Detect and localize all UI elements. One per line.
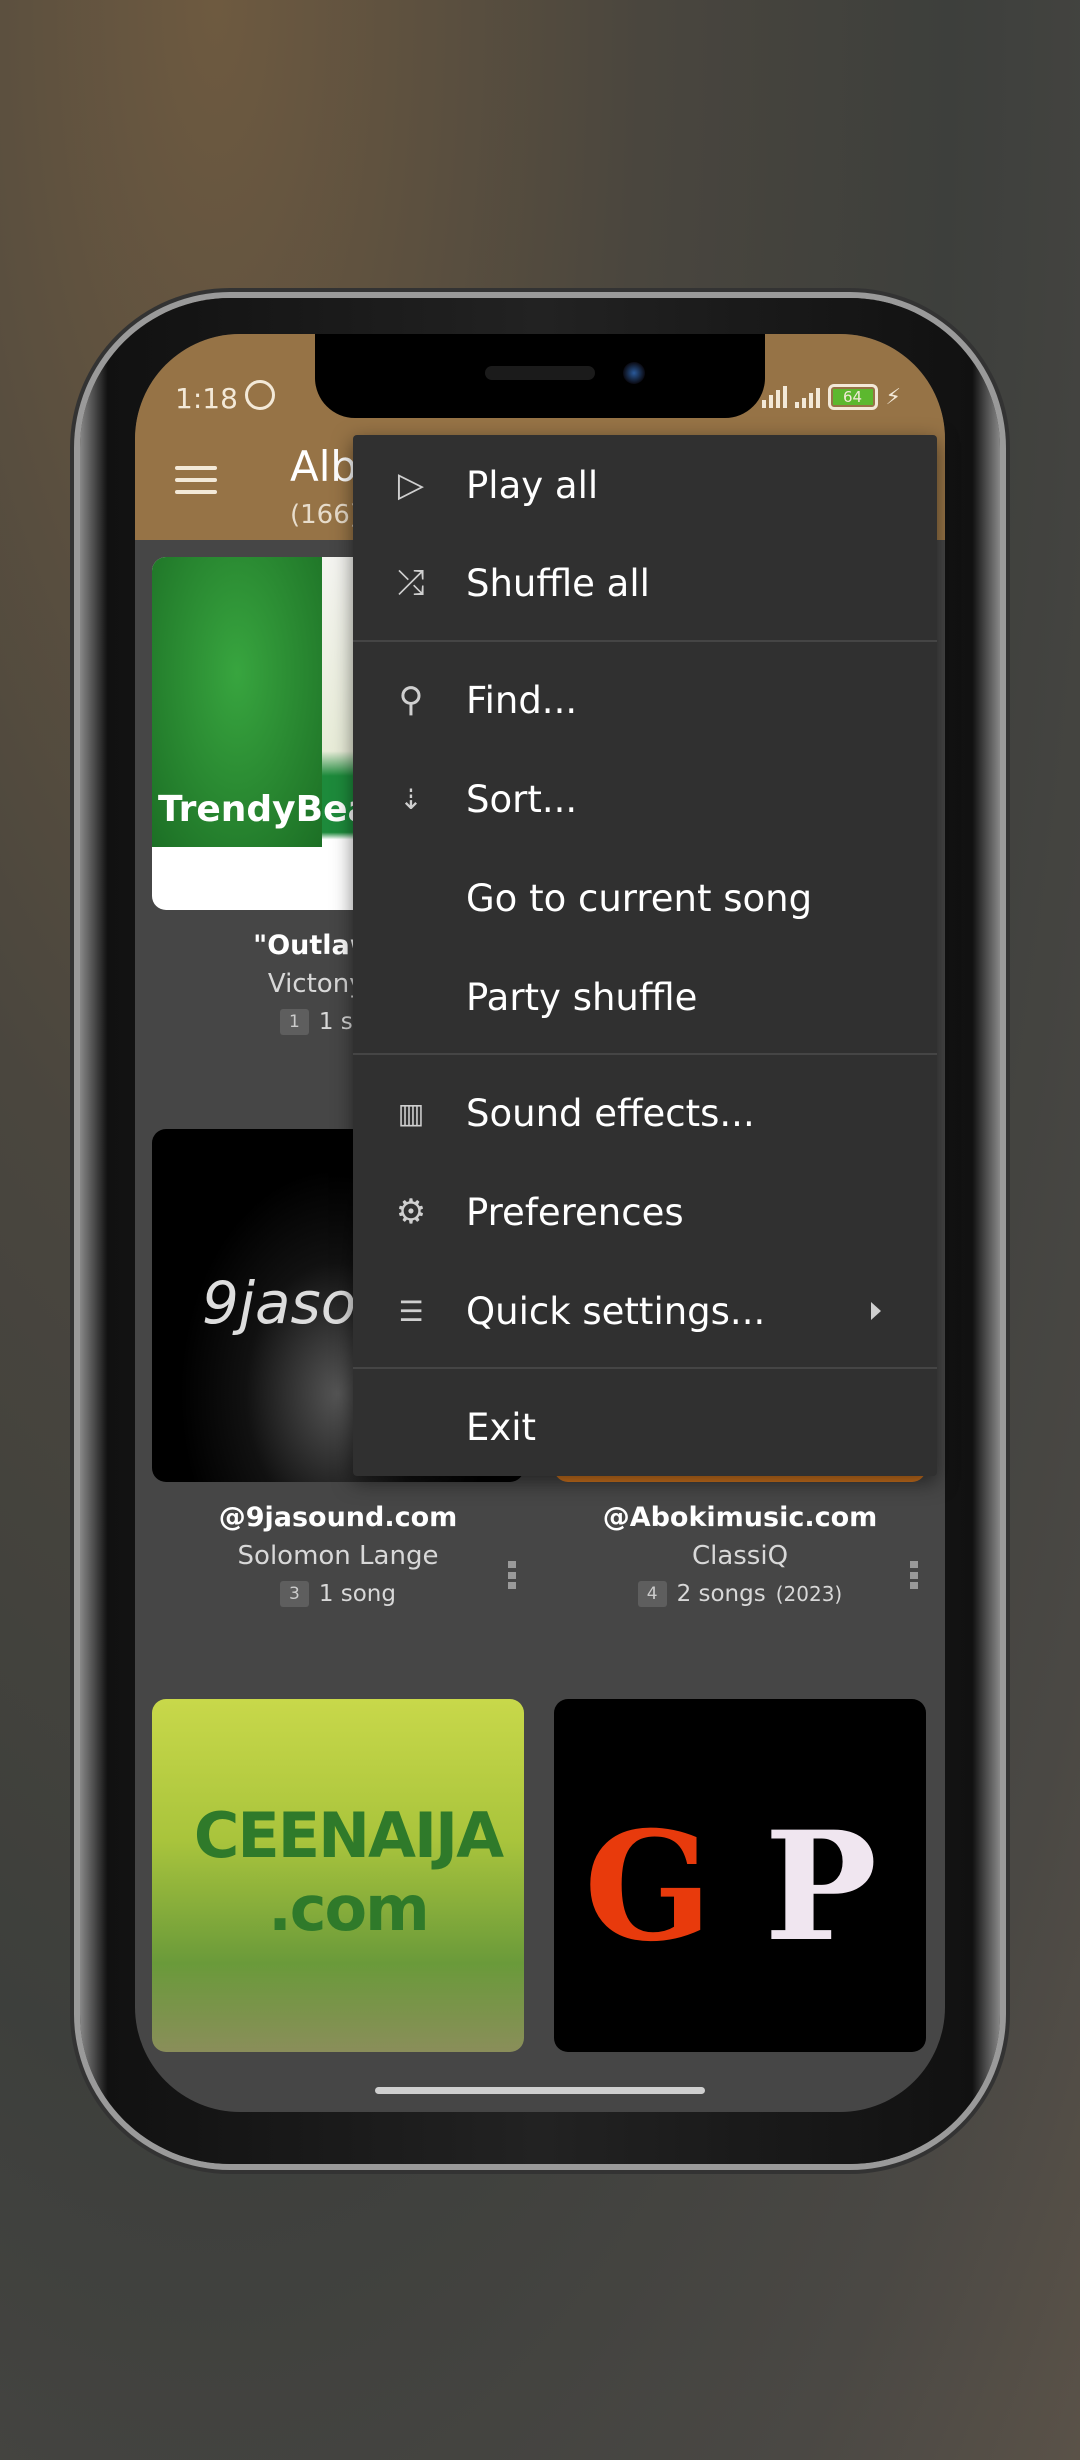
power-button (1000, 725, 1008, 925)
menu-label: Find... (466, 678, 578, 722)
menu-label: Party shuffle (466, 975, 698, 1019)
album-card[interactable]: G P (554, 1699, 926, 2052)
submenu-arrow-icon (871, 1302, 881, 1320)
battery-level: 64 (832, 389, 873, 405)
more-options-icon[interactable] (910, 1561, 918, 1589)
menu-item-play-all[interactable]: ▷ Play all (353, 440, 937, 530)
status-icons: 64 ⚡ (761, 384, 901, 410)
menu-label: Sound effects... (466, 1091, 755, 1135)
art-text: CEENAIJA .com (193, 1799, 504, 1945)
album-title: @Abokimusic.com (602, 1502, 878, 1533)
volume-down-button (72, 855, 80, 995)
notch (315, 334, 765, 418)
menu-item-preferences[interactable]: ⚙ Preferences (353, 1167, 937, 1257)
album-title: @9jasound.com (218, 1502, 458, 1533)
gear-icon: ⚙ (395, 1192, 427, 1232)
camera (623, 362, 645, 384)
more-options-icon[interactable] (508, 1561, 516, 1589)
menu-label: Play all (466, 463, 599, 507)
menu-item-shuffle-all[interactable]: ⤮ Shuffle all (353, 538, 937, 628)
menu-label: Quick settings... (466, 1289, 766, 1333)
menu-drawer-icon[interactable] (175, 466, 217, 494)
menu-divider (353, 1053, 937, 1055)
album-art: G P (554, 1699, 926, 2052)
home-indicator[interactable] (375, 2087, 705, 2094)
album-year: (2023) (775, 1582, 843, 1606)
equalizer-icon: ▥ (397, 1096, 425, 1130)
overflow-menu: ▷ Play all ⤮ Shuffle all ⚲ Find... ⇣ Sort...… (353, 435, 937, 1476)
art-text: G P (584, 1799, 878, 1975)
volume-up-button (72, 680, 80, 820)
mute-switch (72, 550, 80, 620)
menu-label: Exit (466, 1405, 537, 1449)
battery-icon: 64 (827, 384, 878, 410)
sort-icon: ⇣ (399, 782, 423, 816)
menu-label: Go to current song (466, 876, 813, 920)
quick-settings-icon: ☰ (398, 1294, 424, 1328)
menu-label: Shuffle all (466, 561, 650, 605)
song-count: 2 songs (676, 1581, 766, 1607)
menu-item-sort[interactable]: ⇣ Sort... (353, 754, 937, 844)
track-badge: 4 (637, 1581, 667, 1607)
track-badge: 1 (279, 1009, 309, 1035)
whatsapp-icon (245, 380, 275, 410)
menu-item-find[interactable]: ⚲ Find... (353, 655, 937, 745)
menu-item-sound-effects[interactable]: ▥ Sound effects... (353, 1068, 937, 1158)
signal-icon-2 (794, 386, 820, 408)
charging-icon: ⚡ (885, 384, 901, 410)
menu-label: Sort... (466, 777, 578, 821)
signal-icon (761, 386, 787, 408)
menu-item-exit[interactable]: Exit (353, 1382, 937, 1472)
menu-divider (353, 640, 937, 642)
song-count: 1 song (318, 1581, 396, 1607)
menu-item-quick-settings[interactable]: ☰ Quick settings... (353, 1266, 937, 1356)
menu-item-party-shuffle[interactable]: Party shuffle (353, 952, 937, 1042)
album-artist: ClassiQ (691, 1541, 789, 1571)
status-time: 1:18 (175, 382, 238, 415)
menu-label: Preferences (466, 1190, 684, 1234)
album-card[interactable]: CEENAIJA .com (152, 1699, 524, 2052)
menu-item-go-to-current-song[interactable]: Go to current song (353, 853, 937, 943)
album-count: (166) (290, 500, 360, 530)
menu-divider (353, 1367, 937, 1369)
search-icon: ⚲ (398, 680, 424, 720)
track-badge: 3 (279, 1581, 309, 1607)
album-art: CEENAIJA .com (152, 1699, 524, 2052)
play-icon: ▷ (397, 465, 425, 505)
album-artist: Solomon Lange (237, 1541, 439, 1571)
shuffle-icon: ⤮ (397, 563, 425, 603)
